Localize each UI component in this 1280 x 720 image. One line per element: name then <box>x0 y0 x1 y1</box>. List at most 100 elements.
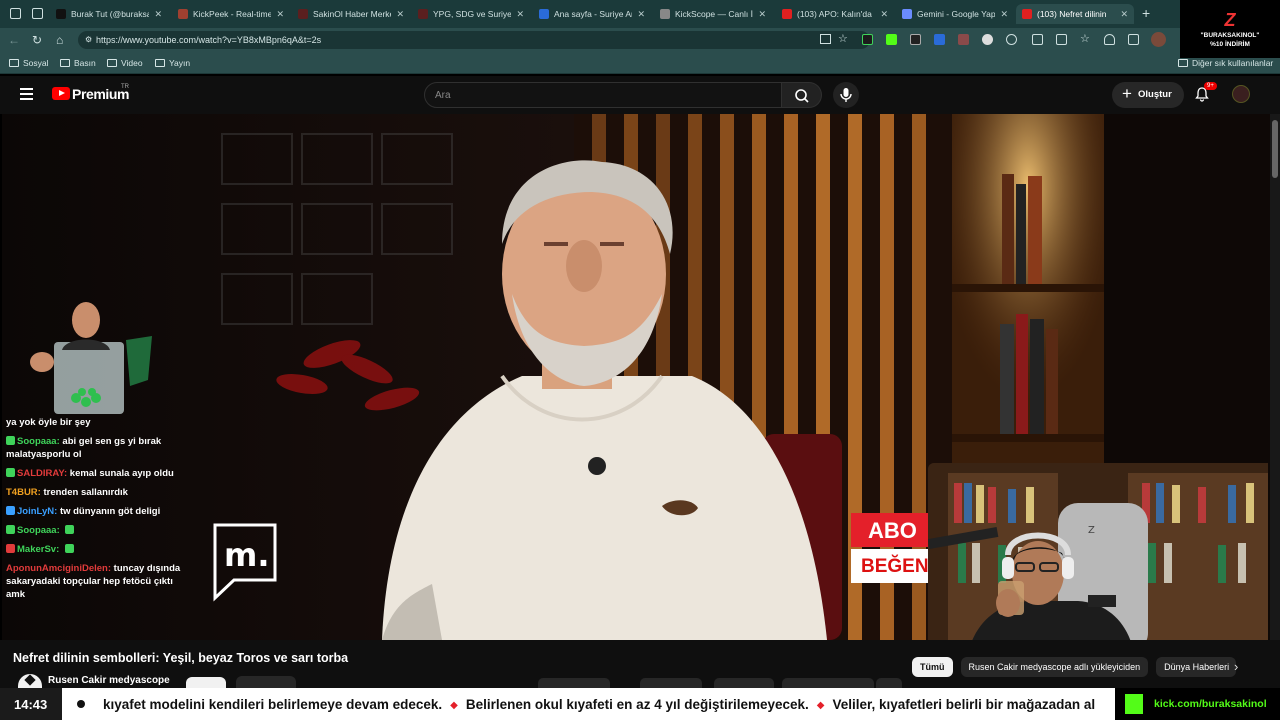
app-available-icon[interactable] <box>820 34 831 44</box>
search-icon <box>795 89 809 103</box>
video-player[interactable]: ya yok öyle bir şey Soopaaa: abi gel sen … <box>2 114 1270 640</box>
chat-username: SALDIRAY: <box>17 468 68 479</box>
bookmark-folder[interactable]: Basın <box>60 58 96 68</box>
tab-close-icon[interactable]: ✕ <box>880 9 888 20</box>
tab-close-icon[interactable]: ✕ <box>1120 9 1128 20</box>
kick-logo-icon <box>1125 694 1143 714</box>
browser-tab[interactable]: Ana sayfa - Suriye Arap ✕ <box>533 4 651 24</box>
chip-from-uploader[interactable]: Rusen Cakir medyascope adlı yükleyiciden <box>960 657 1149 677</box>
tab-close-icon[interactable]: ✕ <box>637 9 645 20</box>
chat-text: trenden sallanırdık <box>43 487 128 498</box>
window-menu-icon[interactable] <box>10 8 21 19</box>
chip-world-news[interactable]: Dünya Haberleri <box>1156 657 1237 677</box>
chat-username: Soopaaa: <box>17 436 60 447</box>
folder-icon <box>9 59 19 67</box>
chat-message: MakerSv: <box>6 543 181 556</box>
tab-favicon-icon <box>1022 9 1032 19</box>
bookmark-folder[interactable]: Yayın <box>155 58 190 68</box>
extension-icon[interactable] <box>862 34 873 45</box>
browser-tab[interactable]: YPG, SDG ve Suriye Sav ✕ <box>412 4 530 24</box>
chat-emote-icon <box>64 544 74 553</box>
new-tab-button[interactable]: + <box>1142 5 1150 21</box>
workspaces-icon[interactable] <box>32 8 43 19</box>
scrollbar-thumb[interactable] <box>1272 120 1278 178</box>
browser-tab[interactable]: Burak Tut (@buraksakinol) ✕ <box>50 4 168 24</box>
reload-icon[interactable]: ↻ <box>32 33 42 47</box>
chat-text: kemal sunala ayıp oldu <box>69 468 174 479</box>
chat-message: Soopaaa: <box>6 524 181 537</box>
browser-tab[interactable]: (103) Nefret dilinin ✕ <box>1016 4 1134 24</box>
url-input[interactable]: ⚙ https://www.youtube.com/watch?v=YB8xMB… <box>78 31 870 49</box>
tab-close-icon[interactable]: ✕ <box>154 9 162 20</box>
site-info-icon[interactable]: ⚙ <box>85 35 92 44</box>
thanks-button[interactable] <box>782 678 874 688</box>
tab-favicon-icon <box>56 9 66 19</box>
tab-label: Burak Tut (@buraksakinol) <box>71 9 150 19</box>
extension-icon[interactable] <box>958 34 969 45</box>
home-icon[interactable]: ⌂ <box>56 33 63 47</box>
youtube-logo-icon[interactable] <box>52 87 70 100</box>
tab-close-icon[interactable]: ✕ <box>1000 9 1008 20</box>
tab-label: (103) Nefret dilinin <box>1037 9 1107 19</box>
extension-icon[interactable] <box>934 34 945 45</box>
collections-icon[interactable] <box>1056 34 1067 45</box>
downloads-icon[interactable] <box>1128 34 1139 45</box>
voice-search-button[interactable] <box>833 82 859 108</box>
chat-message: AponunAmciginiDelen: tuncay dışında saka… <box>6 562 181 601</box>
browser-essentials-icon[interactable] <box>1104 34 1115 45</box>
sponsor-logo-mark: Z <box>1224 10 1236 30</box>
chevron-right-icon[interactable]: › <box>1234 659 1238 674</box>
browser-tab[interactable]: (103) APO: Kalın'da ✕ <box>776 4 894 24</box>
search-button[interactable] <box>782 82 822 108</box>
video-title: Nefret dilinin sembolleri: Yeşil, beyaz … <box>13 651 349 665</box>
favorites-icon[interactable]: ☆ <box>1080 32 1090 45</box>
other-bookmarks-folder[interactable]: Diğer sık kullanılanlar <box>1178 58 1273 68</box>
bookmark-folder[interactable]: Sosyal <box>9 58 49 68</box>
extensions-puzzle-icon[interactable] <box>1006 34 1017 45</box>
tab-favicon-icon <box>782 9 792 19</box>
chat-badge-icon <box>6 525 15 534</box>
tab-close-icon[interactable]: ✕ <box>396 9 404 20</box>
chat-text: tw dünyanın göt deligi <box>59 506 161 517</box>
share-button[interactable] <box>640 678 702 688</box>
extension-icon[interactable] <box>982 34 993 45</box>
browser-tab[interactable]: KickScope — Canlı İzle ✕ <box>654 4 772 24</box>
ticker-item: Belirlenen okul kıyafeti en az 4 yıl değ… <box>465 697 809 712</box>
folder-icon <box>107 59 117 67</box>
browser-tab[interactable]: SakinOl Haber Merkezi ✕ <box>292 4 410 24</box>
news-ticker: 14:43 kıyafet modelini kendileri belirle… <box>0 688 1280 720</box>
like-dislike-button[interactable] <box>538 678 610 688</box>
tab-favicon-icon <box>902 9 912 19</box>
sponsor-code-text: "BURAKSAKINOL" <box>1200 32 1260 39</box>
favorite-star-icon[interactable]: ☆ <box>838 32 848 45</box>
chat-username: T4BUR: <box>6 487 41 498</box>
chip-all[interactable]: Tümü <box>912 657 953 677</box>
more-actions-button[interactable] <box>876 678 902 688</box>
menu-hamburger-icon[interactable] <box>20 88 33 100</box>
extension-icon[interactable] <box>910 34 921 45</box>
tab-close-icon[interactable]: ✕ <box>758 9 766 20</box>
tab-label: (103) APO: Kalın'da <box>797 9 872 19</box>
bookmark-folder[interactable]: Video <box>107 58 143 68</box>
join-button[interactable] <box>186 677 226 688</box>
extension-icon[interactable] <box>886 34 897 45</box>
browser-tab[interactable]: Gemini - Google Yapay ✕ <box>896 4 1014 24</box>
stream-chat-overlay: ya yok öyle bir şey Soopaaa: abi gel sen … <box>6 416 181 607</box>
subscribe-button[interactable] <box>236 676 296 688</box>
account-avatar[interactable] <box>1232 85 1250 103</box>
page-scrollbar[interactable] <box>1270 114 1280 640</box>
create-button[interactable]: Oluştur <box>1112 82 1184 108</box>
browser-tab[interactable]: KickPeek - Real-time UI ✕ <box>172 4 290 24</box>
profile-avatar[interactable] <box>1151 32 1166 47</box>
chat-message: SALDIRAY: kemal sunala ayıp oldu <box>6 467 181 480</box>
search-input[interactable]: Ara <box>424 82 782 108</box>
browser-tab-bar: Burak Tut (@buraksakinol)✕KickPeek - Rea… <box>0 0 1280 28</box>
back-icon[interactable]: ← <box>8 33 20 47</box>
url-text: https://www.youtube.com/watch?v=YB8xMBpn… <box>96 35 322 45</box>
tab-close-icon[interactable]: ✕ <box>276 9 284 20</box>
split-screen-icon[interactable] <box>1032 34 1043 45</box>
save-button[interactable] <box>714 678 774 688</box>
channel-name[interactable]: Rusen Cakir medyascope <box>48 675 170 686</box>
tab-close-icon[interactable]: ✕ <box>516 9 524 20</box>
ticker-headlines: kıyafet modelini kendileri belirlemeye d… <box>103 697 1115 712</box>
